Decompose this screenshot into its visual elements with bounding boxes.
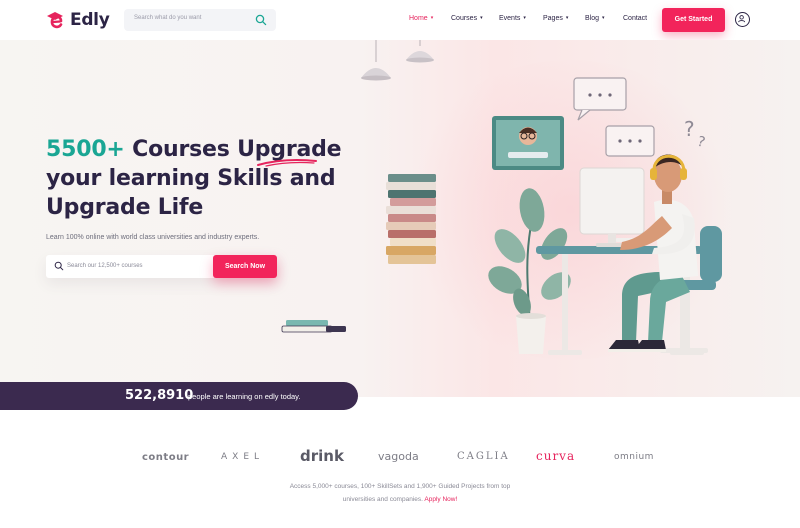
brand-logo-axel: AXEL xyxy=(221,452,265,462)
nav-pages-label: Pages xyxy=(543,15,563,22)
hero-section: 5500+ Courses Upgrade your learning Skil… xyxy=(0,40,800,397)
hero-subtext: Learn 100% online with world class unive… xyxy=(46,234,260,241)
header-search[interactable]: Search what do you want xyxy=(124,9,276,31)
site-header: Edly Search what do you want Home ▾ Cours… xyxy=(0,0,800,40)
logo-text: Edly xyxy=(70,10,110,30)
question-mark-icon: ? xyxy=(684,117,695,141)
brand-logo-vagoda: vagoda xyxy=(378,450,419,463)
chevron-down-icon: ▾ xyxy=(602,15,605,21)
brand-logo-curva: curva xyxy=(536,449,576,463)
video-call-screen-icon xyxy=(492,116,564,170)
search-icon xyxy=(54,261,64,271)
search-icon[interactable] xyxy=(255,14,267,26)
course-search-input[interactable]: Search our 12,500+ courses xyxy=(67,263,143,269)
headline-underline-swoosh xyxy=(257,159,317,167)
chevron-down-icon: ▾ xyxy=(430,15,434,21)
nav-blog[interactable]: Blog ▾ xyxy=(585,15,605,22)
learners-text: people are learning on edly today. xyxy=(188,392,301,401)
nav-pages[interactable]: Pages ▾ xyxy=(543,15,568,22)
chat-bubble-icon xyxy=(573,77,627,121)
chevron-down-icon: ▾ xyxy=(480,15,483,21)
logo[interactable]: Edly xyxy=(44,9,110,31)
partners-text-line1: Access 5,000+ courses, 100+ SkillSets an… xyxy=(289,483,511,490)
nav-blog-label: Blog xyxy=(585,15,600,22)
brand-logo-drink: drink xyxy=(300,447,344,465)
headline-accent: 5500+ xyxy=(46,137,125,162)
headline-line3: Upgrade Life xyxy=(46,195,204,220)
nav-events[interactable]: Events ▾ xyxy=(499,15,526,22)
search-now-button[interactable]: Search Now xyxy=(213,255,277,278)
svg-text:?: ? xyxy=(695,134,706,151)
pendant-lamp-icon xyxy=(406,40,434,63)
brand-logo-caglia: CAGLIA xyxy=(457,451,510,462)
course-search[interactable]: Search our 12,500+ courses Search Now xyxy=(46,255,277,278)
floor-books-icon xyxy=(281,320,346,333)
book-stack-icon xyxy=(386,174,436,264)
partners-text-line2: universities and companies. Apply Now! xyxy=(0,496,800,503)
nav-contact[interactable]: Contact xyxy=(623,15,647,22)
header-search-input[interactable]: Search what do you want xyxy=(134,15,201,21)
learners-banner: 522,8910 people are learning on edly tod… xyxy=(0,382,358,410)
nav-courses[interactable]: Courses ▾ xyxy=(451,15,483,22)
partners-text-line2-body: universities and companies. xyxy=(342,496,423,503)
chat-bubble-icon xyxy=(605,125,655,157)
user-account-button[interactable] xyxy=(735,12,750,27)
user-icon xyxy=(738,15,746,23)
chevron-down-icon: ▾ xyxy=(565,15,569,21)
apply-now-link[interactable]: Apply Now! xyxy=(424,496,457,503)
nav-courses-label: Courses xyxy=(451,15,478,22)
chevron-down-icon: ▾ xyxy=(523,15,526,21)
learners-count: 522,8910 xyxy=(125,388,194,403)
nav-home[interactable]: Home ▾ xyxy=(409,15,433,22)
hero-illustration: ? ? xyxy=(281,40,722,355)
get-started-button[interactable]: Get Started xyxy=(662,8,725,32)
brand-logo-contour: contour xyxy=(142,452,190,463)
nav-contact-label: Contact xyxy=(623,15,648,22)
nav-events-label: Events xyxy=(499,15,521,22)
pendant-lamp-icon xyxy=(361,40,391,81)
edly-logo-icon xyxy=(47,12,63,29)
nav-home-label: Home xyxy=(409,15,428,22)
brand-logo-omnium: omnium xyxy=(614,452,654,462)
computer-monitor-icon xyxy=(579,167,646,247)
